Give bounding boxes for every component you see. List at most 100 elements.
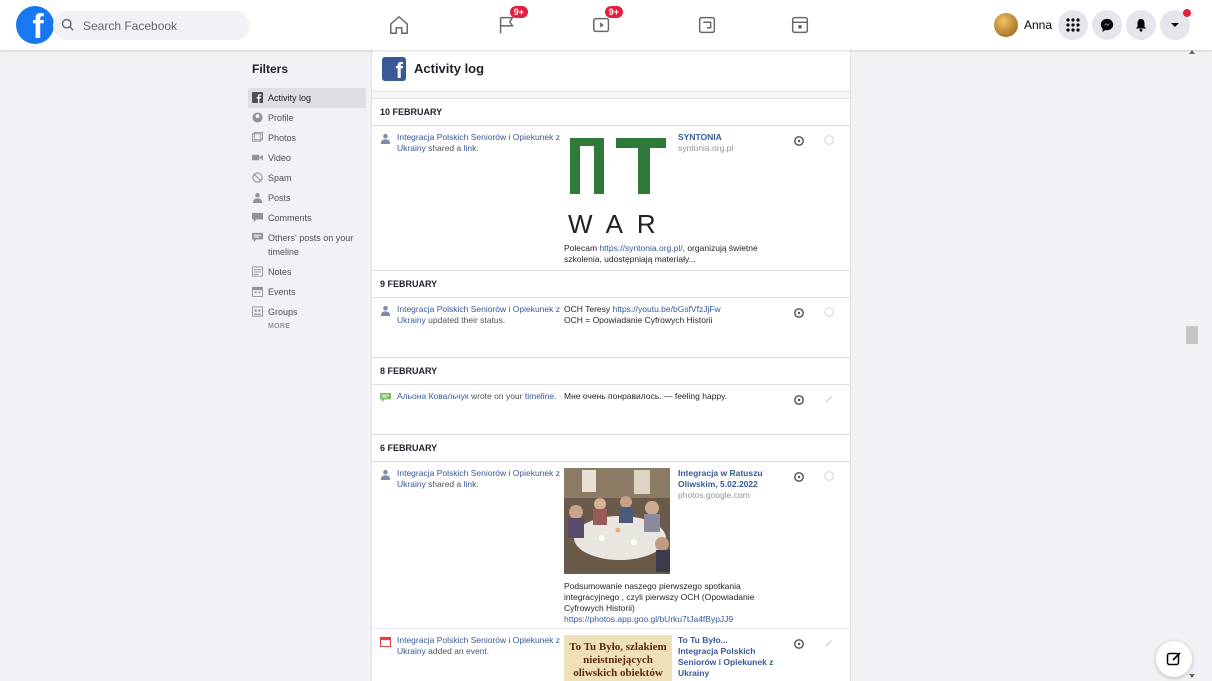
activity-entry: Альона Ковальчук wrote on your timeline.… bbox=[372, 385, 850, 434]
messenger-icon[interactable] bbox=[1092, 10, 1122, 40]
object-link[interactable]: event bbox=[466, 646, 487, 656]
filters-sidebar: Filters Activity log Profile Photos Vide… bbox=[248, 56, 366, 330]
facebook-icon bbox=[252, 92, 263, 103]
edit-pencil-icon[interactable] bbox=[824, 394, 834, 404]
entry-content: Integracja w Ratuszu Oliwskim, 5.02.2022… bbox=[564, 468, 784, 625]
events-icon bbox=[252, 286, 263, 297]
profile-button[interactable]: Anna bbox=[994, 13, 1052, 37]
news-feed-icon[interactable] bbox=[783, 8, 817, 42]
entry-tail: . bbox=[486, 646, 490, 656]
notes-icon bbox=[252, 266, 263, 277]
filter-label: Notes bbox=[268, 267, 292, 277]
preview-meta: SYNTONIA syntonia.org.pl bbox=[678, 132, 733, 239]
preview-title[interactable]: SYNTONIA bbox=[678, 132, 733, 143]
home-icon[interactable] bbox=[382, 8, 416, 42]
entry-verb: shared a bbox=[425, 479, 464, 489]
entry-verb: updated their status. bbox=[425, 315, 506, 325]
pages-badge: 9+ bbox=[509, 6, 528, 18]
preview-title[interactable]: To Tu Było... bbox=[678, 635, 784, 646]
entry-tail: . bbox=[476, 479, 479, 489]
person-icon bbox=[380, 469, 391, 480]
preview-title[interactable]: Integracja w Ratuszu Oliwskim, 5.02.2022 bbox=[678, 468, 784, 490]
search-icon bbox=[61, 18, 77, 34]
post-text-before: Polecam bbox=[564, 243, 600, 253]
filter-groups[interactable]: Groups bbox=[248, 302, 366, 322]
object-link[interactable]: link bbox=[464, 143, 477, 153]
filter-photos[interactable]: Photos bbox=[248, 128, 366, 148]
privacy-globe-icon[interactable] bbox=[794, 395, 804, 405]
search-box[interactable] bbox=[53, 11, 250, 40]
post-link[interactable]: https://youtu.be/bGsfVfzJjFw bbox=[613, 304, 721, 314]
scroll-down-arrow-icon[interactable] bbox=[1189, 674, 1195, 678]
scrollbar-thumb[interactable] bbox=[1186, 326, 1198, 344]
post-text-before: OCH Teresy bbox=[564, 304, 613, 314]
filter-label: Activity log bbox=[268, 93, 312, 103]
preview-meta: To Tu Było... Integracja Polskich Senior… bbox=[678, 635, 784, 681]
posts-icon bbox=[252, 192, 263, 203]
entry-content: To Tu Było, szlakiem nieistniejących oli… bbox=[564, 635, 784, 681]
date-header: 9 FEBRUARY bbox=[372, 270, 850, 298]
hide-circle-icon[interactable] bbox=[824, 135, 834, 145]
menu-grid-icon[interactable] bbox=[1058, 10, 1088, 40]
avatar bbox=[994, 13, 1018, 37]
post-link[interactable]: https://photos.app.goo.gl/bUrku7tJa4fByp… bbox=[564, 614, 733, 624]
event-cover-text: To Tu Było, szlakiem nieistniejących oli… bbox=[569, 641, 667, 679]
facebook-logo[interactable]: f bbox=[16, 6, 54, 44]
entry-content: WAR SYNTONIA syntonia.org.pl Polecam htt… bbox=[564, 132, 784, 264]
link-preview[interactable]: Integracja w Ratuszu Oliwskim, 5.02.2022… bbox=[564, 468, 784, 577]
filter-label: Events bbox=[268, 287, 296, 297]
post-text-line2: OCH = Opowiadanie Cyfrowych Historii bbox=[564, 315, 713, 325]
scrollbar[interactable] bbox=[1185, 46, 1199, 681]
object-link[interactable]: timeline bbox=[525, 391, 554, 401]
notifications-bell-icon[interactable] bbox=[1126, 10, 1156, 40]
filter-posts[interactable]: Posts bbox=[248, 188, 366, 208]
search-input[interactable] bbox=[83, 18, 243, 33]
wall-post-icon bbox=[380, 392, 391, 403]
filter-spam[interactable]: Spam bbox=[248, 168, 366, 188]
post-text: OCH Teresy https://youtu.be/bGsfVfzJjFw bbox=[564, 304, 784, 315]
scroll-up-arrow-icon[interactable] bbox=[1189, 50, 1195, 54]
filter-label: Spam bbox=[268, 173, 292, 183]
watch-icon[interactable]: 9+ bbox=[585, 6, 623, 42]
object-link[interactable]: link bbox=[464, 479, 477, 489]
entry-description: Integracja Polskich Seniorów i Opiekunek… bbox=[380, 635, 560, 681]
pages-flag-icon[interactable]: 9+ bbox=[490, 6, 528, 42]
account-menu-icon[interactable] bbox=[1160, 9, 1191, 40]
syntonia-logo-image: WAR bbox=[564, 132, 672, 239]
filter-notes[interactable]: Notes bbox=[248, 262, 366, 282]
hide-circle-icon[interactable] bbox=[824, 471, 834, 481]
new-message-button[interactable] bbox=[1156, 641, 1192, 677]
gaming-icon[interactable] bbox=[690, 8, 724, 42]
date-header: 8 FEBRUARY bbox=[372, 357, 850, 385]
actor-link[interactable]: Альона Ковальчук bbox=[397, 391, 469, 401]
hide-circle-icon[interactable] bbox=[824, 307, 834, 317]
link-preview[interactable]: WAR SYNTONIA syntonia.org.pl bbox=[564, 132, 784, 239]
privacy-globe-icon[interactable] bbox=[794, 472, 804, 482]
filter-label: Posts bbox=[268, 193, 291, 203]
post-link[interactable]: https://syntonia.org.pl/ bbox=[599, 243, 682, 253]
filter-profile[interactable]: Profile bbox=[248, 108, 366, 128]
entry-content: OCH Teresy https://youtu.be/bGsfVfzJjFw … bbox=[564, 304, 784, 351]
comments-icon bbox=[252, 212, 263, 223]
entry-description: Альона Ковальчук wrote on your timeline. bbox=[380, 391, 560, 428]
filter-video[interactable]: Video bbox=[248, 148, 366, 168]
video-icon bbox=[252, 154, 263, 161]
facebook-logo-letter: f bbox=[395, 57, 403, 81]
filter-comments[interactable]: Comments bbox=[248, 208, 366, 228]
privacy-globe-icon[interactable] bbox=[794, 639, 804, 649]
preview-subtitle[interactable]: Integracja Polskich Seniorów i Opiekunek… bbox=[678, 646, 784, 679]
facebook-logo-letter: f bbox=[32, 8, 44, 44]
preview-source: syntonia.org.pl bbox=[678, 143, 734, 153]
privacy-globe-icon[interactable] bbox=[794, 136, 804, 146]
profile-name: Anna bbox=[1024, 18, 1053, 32]
edit-pencil-icon[interactable] bbox=[824, 638, 834, 648]
filter-activity-log[interactable]: Activity log bbox=[248, 88, 366, 108]
more-filters-link[interactable]: MORE bbox=[268, 323, 366, 330]
post-text: Podsumowanie naszego pierwszego spotkani… bbox=[564, 581, 784, 625]
entry-description: Integracja Polskich Seniorów i Opiekunek… bbox=[380, 132, 560, 264]
privacy-globe-icon[interactable] bbox=[794, 308, 804, 318]
filter-others-posts[interactable]: Others' posts on your timeline bbox=[248, 228, 366, 262]
filter-label: Photos bbox=[268, 133, 297, 143]
filter-events[interactable]: Events bbox=[248, 282, 366, 302]
event-preview[interactable]: To Tu Było, szlakiem nieistniejących oli… bbox=[564, 635, 784, 681]
